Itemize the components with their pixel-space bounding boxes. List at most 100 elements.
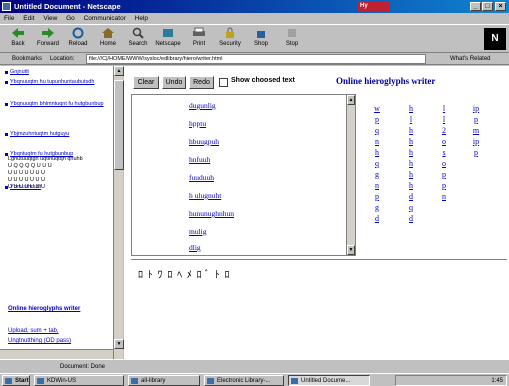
word-list[interactable]: dugunlig hpptu hbuugpuh hnfuuh fuuduuh h… [131, 94, 356, 256]
reload-button[interactable]: Reload [63, 27, 93, 47]
scroll-up-icon[interactable]: ▲ [114, 66, 124, 76]
letter-key[interactable]: p [470, 148, 482, 157]
letter-key[interactable]: p [371, 115, 383, 124]
bookmarks-button[interactable]: Bookmarks [12, 53, 42, 65]
output-area[interactable]: ﾛ ﾄ ﾜ ﾛ ﾍ ﾒ ﾛ ﾞ ﾄ ﾛ [131, 259, 507, 315]
letter-key[interactable]: p [371, 192, 383, 201]
home-button[interactable]: Home [93, 27, 123, 47]
letter-key[interactable]: q [371, 126, 383, 135]
back-button[interactable]: Back [3, 27, 33, 47]
writer-link[interactable]: Online hieroglyphs writer [8, 306, 112, 313]
letter-key[interactable]: h [405, 126, 417, 135]
word-item[interactable]: hununughnhun [189, 209, 234, 218]
maximize-button[interactable]: □ [482, 2, 493, 11]
undo-button[interactable]: Undo [162, 76, 186, 89]
menu-communicator[interactable]: Communicator [84, 15, 126, 22]
letter-key[interactable]: m [470, 126, 482, 135]
kdwin-icon [37, 378, 44, 384]
letter-key[interactable]: o [438, 137, 450, 146]
left-frame-vertical-scrollbar[interactable]: ▲ ▼ [113, 66, 124, 359]
menu-file[interactable]: File [4, 15, 14, 22]
show-chosen-checkbox[interactable] [219, 78, 228, 87]
scroll-down-icon[interactable]: ▼ [114, 339, 124, 349]
start-button[interactable]: Start [2, 375, 30, 386]
location-toolbar: Bookmarks Location: file:///C|/HOME/WWW/… [0, 53, 509, 65]
left-frame-horizontal-scrollbar[interactable] [0, 349, 113, 359]
letter-key[interactable]: l [438, 104, 450, 113]
letter-key[interactable]: h [405, 104, 417, 113]
task-button-active[interactable]: Untitled Docume... [288, 375, 370, 386]
letter-key[interactable]: n [371, 137, 383, 146]
menu-view[interactable]: View [43, 15, 57, 22]
word-item[interactable]: hnfuuh [189, 155, 210, 164]
letter-key[interactable]: 2 [438, 126, 450, 135]
letter-key[interactable]: h [405, 170, 417, 179]
letter-key[interactable]: ip [470, 137, 482, 146]
letter-key[interactable]: g [371, 170, 383, 179]
shop-button[interactable]: Shop [246, 27, 276, 47]
nav-link[interactable]: Gnjnutlt [10, 69, 110, 76]
forward-button[interactable]: Forward [33, 27, 63, 47]
letter-key[interactable]: d [405, 214, 417, 223]
word-item[interactable]: mulig [189, 227, 207, 236]
language-indicator[interactable]: Hy [358, 2, 390, 11]
word-list-scrollbar[interactable]: ▲ ▼ [346, 95, 355, 255]
netscape-logo[interactable]: N [484, 28, 506, 50]
word-item[interactable]: h ulugnuht [189, 191, 221, 200]
word-item[interactable]: hbuugpuh [189, 137, 219, 146]
search-button[interactable]: Search [123, 27, 153, 47]
nav-link[interactable]: Ybqnuuqtm hu tupunhuntaubutsdh [10, 79, 110, 86]
scroll-down-icon[interactable]: ▼ [347, 245, 355, 255]
word-item[interactable]: dlig [189, 243, 201, 252]
url-field[interactable]: file:///C|/HOME/WWW/sysloc/edlibrary/hie… [86, 54, 426, 64]
letter-key[interactable]: p [438, 170, 450, 179]
letter-key[interactable]: s [438, 148, 450, 157]
stop-button[interactable]: Stop [277, 27, 307, 47]
letter-key[interactable]: l [438, 115, 450, 124]
info-link[interactable]: Ungtnutthing (OD pass) [8, 338, 112, 345]
help-link[interactable]: Upload, sum + tab, [8, 328, 112, 335]
task-button[interactable]: KDWin-US [34, 375, 124, 386]
letter-key[interactable]: q [405, 203, 417, 212]
word-item[interactable]: dugunlig [189, 101, 216, 110]
nav-link[interactable]: Ybqnuuqtm bhlmntuqnt fu hutgbunbup [10, 101, 110, 108]
scroll-thumb[interactable] [114, 80, 124, 170]
taskbar: Start KDWin-US all-library Electronic Li… [0, 373, 509, 386]
redo-button[interactable]: Redo [189, 76, 214, 89]
whats-related-button[interactable]: What's Related [450, 53, 491, 65]
letter-key[interactable]: h [405, 181, 417, 190]
output-text: ﾛ ﾄ ﾜ ﾛ ﾍ ﾒ ﾛ ﾞ ﾄ ﾛ [138, 270, 231, 281]
netscape-button[interactable]: Netscape [153, 27, 183, 47]
word-item[interactable]: fuuduuh [189, 173, 214, 182]
letter-key[interactable]: n [371, 181, 383, 190]
letter-key[interactable]: p [470, 115, 482, 124]
clear-button[interactable]: Clear [133, 76, 159, 89]
letter-key[interactable]: ip [470, 104, 482, 113]
letter-key[interactable]: h [371, 148, 383, 157]
bullet-icon [5, 71, 8, 74]
letter-key[interactable]: h [405, 148, 417, 157]
task-button[interactable]: all-library [128, 375, 200, 386]
letter-key[interactable]: h [405, 159, 417, 168]
minimize-button[interactable]: _ [470, 2, 481, 11]
letter-key[interactable]: q [371, 159, 383, 168]
scroll-up-icon[interactable]: ▲ [347, 95, 355, 105]
letter-key[interactable]: d [371, 214, 383, 223]
task-button[interactable]: Electronic Library-... [204, 375, 284, 386]
print-button[interactable]: Print [184, 27, 214, 47]
letter-key[interactable]: o [438, 159, 450, 168]
letter-key[interactable]: n [438, 192, 450, 201]
nav-link[interactable]: Ybjmzuhntuqtm hutguyu [10, 131, 110, 138]
letter-key[interactable]: l [405, 115, 417, 124]
security-button[interactable]: Security [215, 27, 245, 47]
menu-help[interactable]: Help [135, 15, 148, 22]
word-item[interactable]: hpptu [189, 119, 206, 128]
letter-key[interactable]: h [405, 137, 417, 146]
letter-key[interactable]: p [438, 181, 450, 190]
letter-key[interactable]: g [371, 203, 383, 212]
letter-key[interactable]: d [405, 192, 417, 201]
close-button[interactable]: × [495, 2, 506, 11]
menu-go[interactable]: Go [66, 15, 75, 22]
menu-edit[interactable]: Edit [23, 15, 34, 22]
letter-key[interactable]: w [371, 104, 383, 113]
